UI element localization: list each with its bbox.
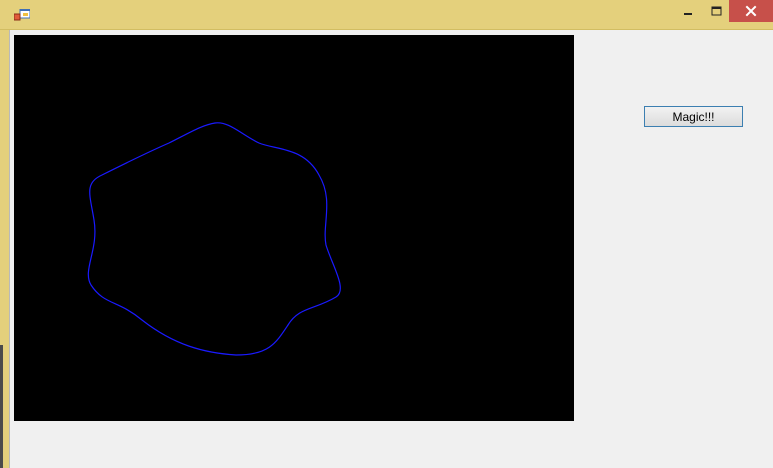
close-button[interactable] [729, 0, 773, 22]
minimize-icon [684, 13, 692, 15]
maximize-icon [711, 6, 721, 16]
wobbly-blob-curve [87, 122, 341, 356]
minimize-button[interactable] [675, 0, 701, 22]
canvas-svg [87, 122, 341, 356]
magic-button-label: Magic!!! [672, 109, 715, 124]
title-bar[interactable] [0, 0, 773, 30]
magic-button[interactable]: Magic!!! [644, 106, 743, 127]
form-app-icon[interactable] [14, 9, 30, 23]
background-window-edge [0, 345, 3, 468]
close-icon [745, 5, 757, 17]
app-window: Magic!!! [0, 0, 773, 468]
maximize-button[interactable] [703, 0, 729, 22]
drawing-canvas[interactable] [14, 35, 574, 421]
